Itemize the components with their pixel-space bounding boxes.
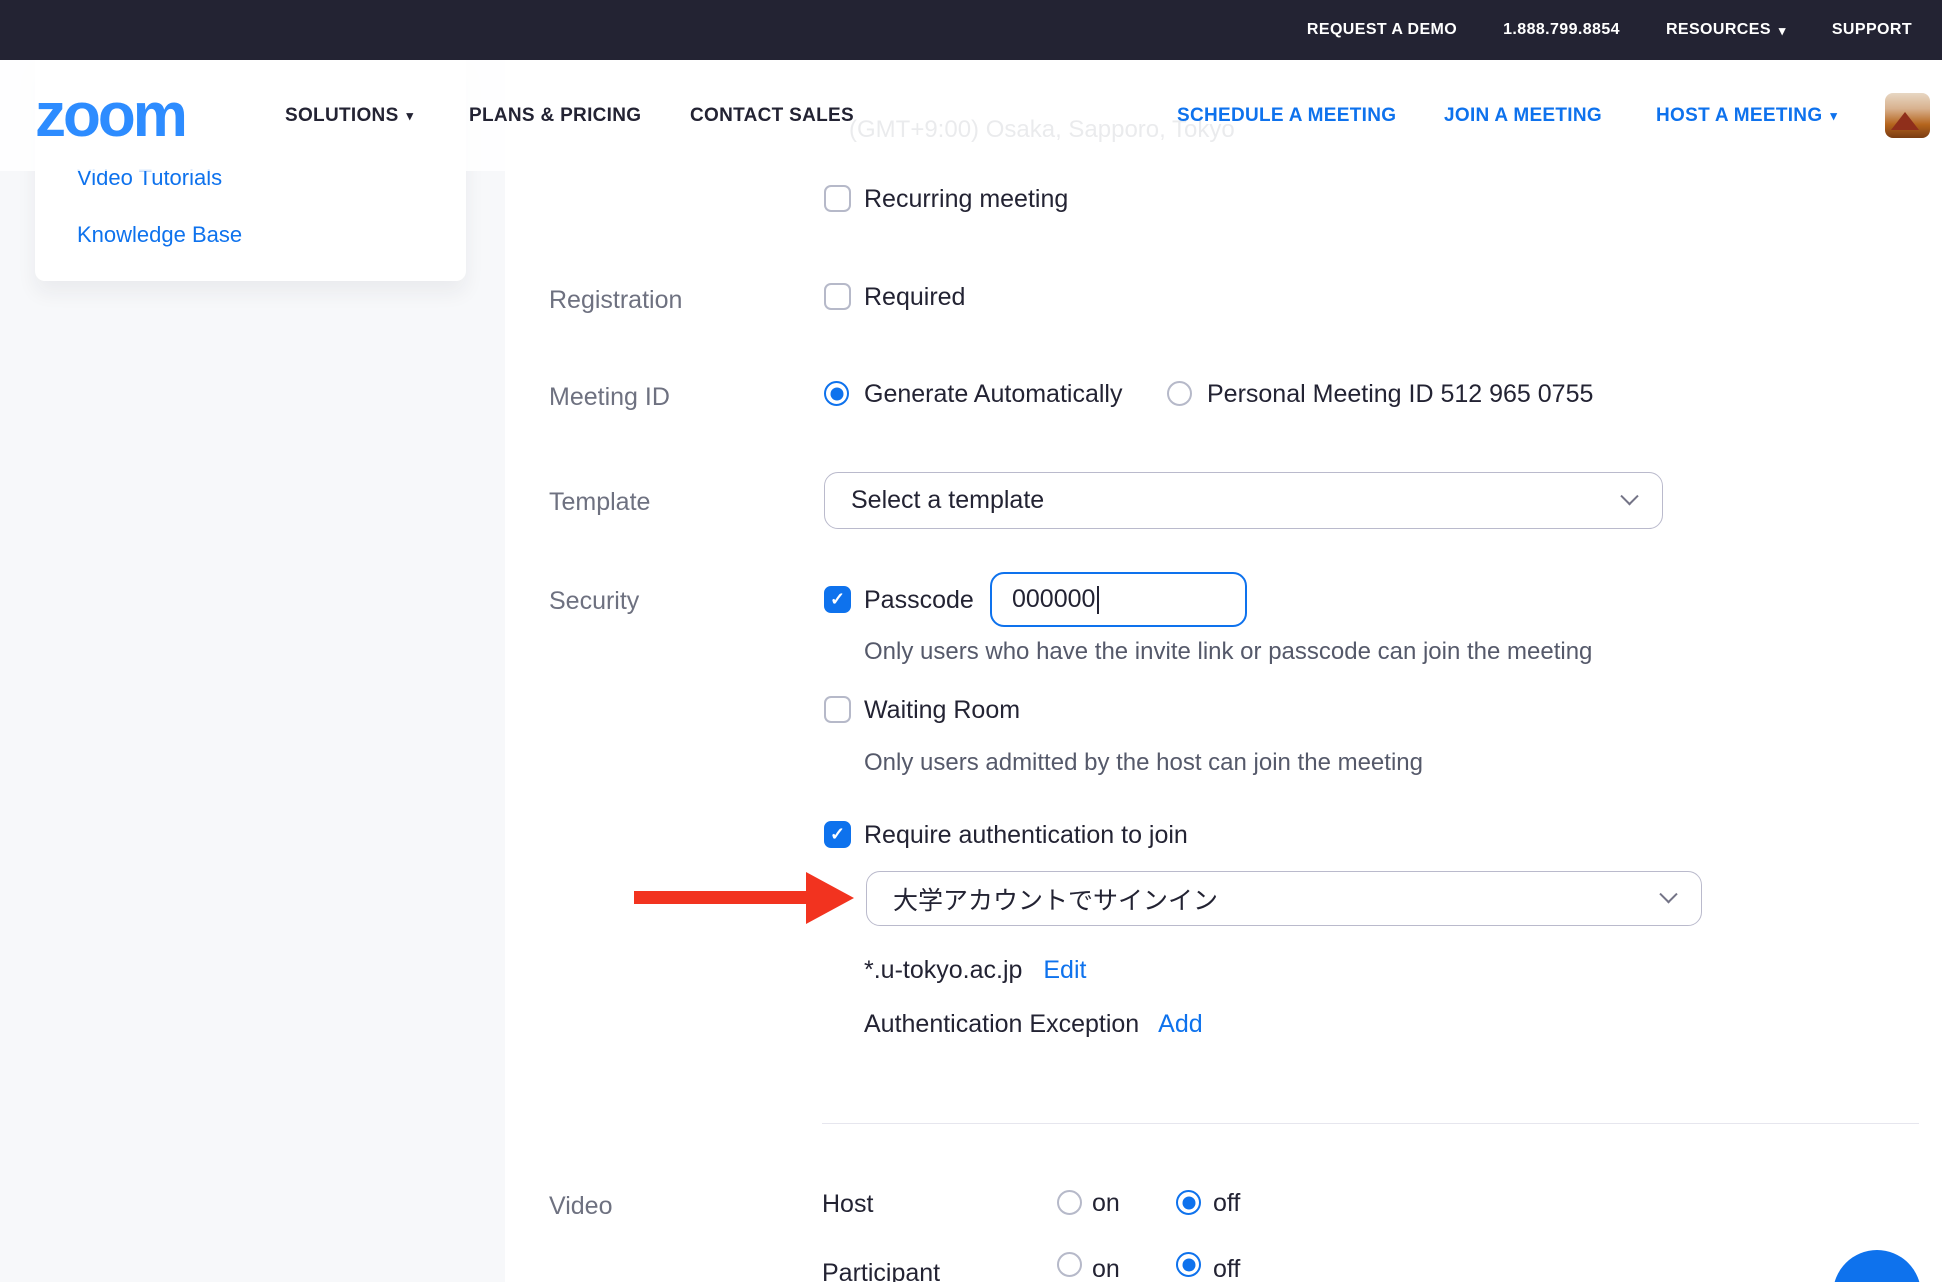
check-icon: ✓ xyxy=(830,824,845,845)
host-video-off-radio[interactable] xyxy=(1176,1190,1201,1215)
top-utility-bar: REQUEST A DEMO 1.888.799.8854 RESOURCES … xyxy=(0,0,1942,60)
waiting-room-label: Waiting Room xyxy=(864,695,1020,725)
chevron-down-icon xyxy=(1620,487,1638,505)
waiting-room-checkbox[interactable] xyxy=(824,696,851,723)
solutions-label: SOLUTIONS xyxy=(285,105,399,127)
auth-domain-row: *.u-tokyo.ac.jp Edit xyxy=(864,955,1086,985)
generate-automatically-radio[interactable] xyxy=(824,381,849,406)
participant-video-on-radio[interactable] xyxy=(1057,1252,1082,1277)
passcode-checkbox[interactable]: ✓ xyxy=(824,586,851,613)
nav-join-meeting[interactable]: JOIN A MEETING xyxy=(1444,105,1602,127)
registration-required-label: Required xyxy=(864,282,965,312)
nav-schedule-meeting[interactable]: SCHEDULE A MEETING xyxy=(1177,105,1396,127)
chevron-down-icon: ▾ xyxy=(407,109,414,122)
support-link[interactable]: SUPPORT xyxy=(1832,21,1912,39)
passcode-label: Passcode xyxy=(864,585,974,615)
main-navigation-bar: zoom SOLUTIONS ▾ PLANS & PRICING CONTACT… xyxy=(0,60,1942,171)
host-video-off-label: off xyxy=(1213,1188,1240,1218)
generate-automatically-label: Generate Automatically xyxy=(864,379,1122,409)
security-label: Security xyxy=(549,586,639,616)
registration-required-checkbox[interactable] xyxy=(824,283,851,310)
section-divider xyxy=(822,1123,1919,1124)
participant-video-off-label: off xyxy=(1213,1254,1240,1282)
host-meeting-label: HOST A MEETING xyxy=(1656,105,1822,127)
template-select-value: Select a template xyxy=(851,486,1044,515)
sidebar-item-knowledge-base[interactable]: Knowledge Base xyxy=(77,222,242,248)
registration-label: Registration xyxy=(549,285,682,315)
require-auth-checkbox[interactable]: ✓ xyxy=(824,821,851,848)
phone-number[interactable]: 1.888.799.8854 xyxy=(1503,21,1620,39)
request-demo-link[interactable]: REQUEST A DEMO xyxy=(1307,21,1457,39)
passcode-value: 000000 xyxy=(1012,585,1095,614)
nav-host-meeting-menu[interactable]: HOST A MEETING ▾ xyxy=(1656,105,1837,127)
meeting-id-label: Meeting ID xyxy=(549,382,670,412)
host-video-on-radio[interactable] xyxy=(1057,1190,1082,1215)
host-label: Host xyxy=(822,1189,873,1219)
auth-method-value: 大学アカウントでサインイン xyxy=(893,881,1218,917)
help-button[interactable] xyxy=(1833,1250,1921,1282)
chevron-down-icon: ▾ xyxy=(1779,24,1786,37)
nav-solutions-menu[interactable]: SOLUTIONS ▾ xyxy=(285,105,413,127)
user-avatar[interactable] xyxy=(1885,93,1930,138)
zoom-schedule-meeting-page: (GMT+9:00) Osaka, Sapporo, Tokyo Video T… xyxy=(0,0,1942,1282)
add-link[interactable]: Add xyxy=(1158,1010,1202,1038)
participant-video-off-radio[interactable] xyxy=(1176,1252,1201,1277)
nav-plans-pricing[interactable]: PLANS & PRICING xyxy=(469,105,641,127)
chevron-down-icon: ▾ xyxy=(1830,109,1837,122)
waiting-room-help-text: Only users admitted by the host can join… xyxy=(864,748,1423,777)
personal-meeting-id-label: Personal Meeting ID 512 965 0755 xyxy=(1207,379,1593,409)
zoom-logo[interactable]: zoom xyxy=(35,85,185,147)
resources-label: RESOURCES xyxy=(1666,21,1771,39)
resources-menu[interactable]: RESOURCES ▾ xyxy=(1666,21,1786,39)
nav-contact-sales[interactable]: CONTACT SALES xyxy=(690,105,854,127)
check-icon: ✓ xyxy=(830,589,845,610)
personal-meeting-id-radio[interactable] xyxy=(1167,381,1192,406)
host-video-on-label: on xyxy=(1092,1188,1120,1218)
annotation-arrow-icon xyxy=(634,891,806,904)
passcode-help-text: Only users who have the invite link or p… xyxy=(864,637,1592,666)
text-cursor xyxy=(1097,586,1099,614)
annotation-arrow-head-icon xyxy=(806,872,854,924)
auth-exception-row: Authentication Exception Add xyxy=(864,1009,1203,1039)
auth-domain-text: *.u-tokyo.ac.jp xyxy=(864,956,1022,984)
recurring-meeting-label: Recurring meeting xyxy=(864,184,1068,214)
chevron-down-icon xyxy=(1659,885,1677,903)
template-select[interactable]: Select a template xyxy=(824,472,1663,529)
participant-label: Participant xyxy=(822,1258,940,1282)
auth-exception-label: Authentication Exception xyxy=(864,1010,1139,1038)
require-auth-label: Require authentication to join xyxy=(864,820,1188,850)
auth-method-select[interactable]: 大学アカウントでサインイン xyxy=(866,871,1702,926)
passcode-input[interactable]: 000000 xyxy=(990,572,1247,627)
template-label: Template xyxy=(549,487,650,517)
edit-link[interactable]: Edit xyxy=(1043,956,1086,984)
avatar-image xyxy=(1891,112,1919,130)
recurring-meeting-checkbox[interactable] xyxy=(824,185,851,212)
participant-video-on-label: on xyxy=(1092,1254,1120,1282)
video-label: Video xyxy=(549,1191,613,1221)
